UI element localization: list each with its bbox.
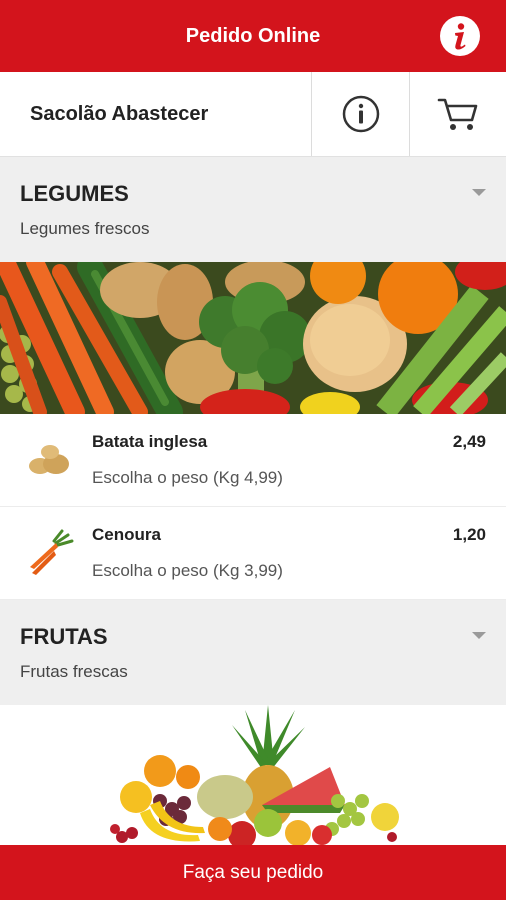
info-outline-icon: [342, 95, 379, 133]
product-price: 1,20: [452, 525, 486, 544]
chevron-down-icon[interactable]: [472, 189, 486, 196]
section-title: FRUTAS: [20, 624, 108, 649]
vegetables-banner-image: [0, 262, 506, 414]
section-subtitle: Legumes frescos: [20, 219, 150, 238]
fruits-banner-image: [0, 705, 506, 845]
app-header: Pedido Online: [0, 0, 506, 72]
place-order-button[interactable]: Faça seu pedido: [0, 845, 506, 900]
section-subtitle: Frutas frescas: [20, 662, 128, 681]
product-name: Cenoura: [92, 525, 161, 544]
header-title: Pedido Online: [185, 25, 321, 47]
section-title: LEGUMES: [20, 181, 129, 206]
cart-button[interactable]: [410, 72, 506, 156]
store-name: Sacolão Abastecer: [30, 103, 209, 125]
section-header-legumes[interactable]: LEGUMES Legumes frescos: [0, 157, 506, 262]
info-icon[interactable]: [440, 16, 480, 56]
carrot-icon: [30, 529, 74, 575]
product-name: Batata inglesa: [92, 432, 208, 451]
store-info-button[interactable]: [312, 72, 409, 156]
product-description: Escolha o peso (Kg 3,99): [92, 561, 283, 580]
product-description: Escolha o peso (Kg 4,99): [92, 468, 283, 487]
product-item-cenoura[interactable]: Cenoura Escolha o peso (Kg 3,99) 1,20: [0, 507, 506, 601]
store-bar: Sacolão Abastecer: [0, 72, 506, 158]
potato-icon: [29, 445, 69, 474]
product-item-batata[interactable]: Batata inglesa Escolha o peso (Kg 4,99) …: [0, 414, 506, 508]
product-price: 2,49: [452, 432, 486, 451]
section-header-frutas[interactable]: FRUTAS Frutas frescas: [0, 600, 506, 705]
chevron-down-icon[interactable]: [472, 632, 486, 639]
cart-icon: [437, 98, 478, 130]
